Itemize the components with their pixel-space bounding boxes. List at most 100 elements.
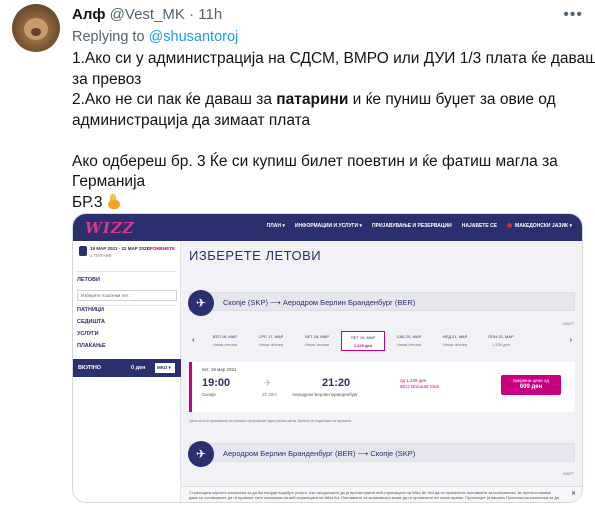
date-option: ВТО 16, МАР Нема летови xyxy=(203,331,247,351)
wizz-sidebar: 19 МАР 2021 - 22 МАР 2021 1 ПАТНИК ПРОМЕ… xyxy=(73,241,181,502)
tweet-line: БР.3 xyxy=(72,193,582,214)
pointing-down-emoji xyxy=(107,193,122,209)
date-day: ЧЕТ 18, МАР xyxy=(304,333,330,339)
month-label: МАРТ xyxy=(563,471,574,476)
fare-info: од 1.229 ден Wizz Discount Club xyxy=(400,378,439,390)
date-price: Нема летови xyxy=(305,341,329,347)
sidebar-total: ВКУПНО 0 ден MKD ▾ xyxy=(73,359,181,377)
date-day: ПЕТ 19, МАР xyxy=(350,334,376,340)
total-label: ВКУПНО xyxy=(78,365,102,371)
nav-item-language: МАКЕДОНСКИ ЈАЗИК ▾ xyxy=(507,223,572,229)
tweet-line: 2.Ако не си пак ќе даваш за патарини и ќ… xyxy=(72,90,582,111)
flight-card: пет, 19 мар 2021 19:00 ✈ 21:20 Скопје 2h… xyxy=(189,362,575,412)
departure-city: Скопје xyxy=(202,392,216,397)
price-note: Цени што се прикажани по патник и вклучу… xyxy=(189,419,353,423)
wizz-logo: WIZZ xyxy=(85,219,135,237)
nav-item: ПРИЈАВУВАЊЕ И РЕЗЕРВАЦИИ xyxy=(372,223,452,229)
sidebar-passengers: ПАТНИЦИ xyxy=(77,307,104,313)
date-option: ЧЕТ 18, МАР Нема летови xyxy=(295,331,339,351)
tweet-line-part: 2.Ако не си пак ќе даваш за xyxy=(72,91,277,108)
next-arrow-icon: › xyxy=(569,335,572,344)
tweet-bold-word: патарини xyxy=(276,91,349,108)
trip-passengers: 1 ПАТНИК xyxy=(90,253,112,258)
reply-prefix: Replying to xyxy=(72,29,149,45)
date-price: Нема летови xyxy=(443,341,467,347)
currency-select: MKD ▾ xyxy=(155,363,175,373)
trip-dates: 19 МАР 2021 - 22 МАР 2021 xyxy=(90,246,150,251)
avatar-nose xyxy=(31,28,41,36)
more-options-icon[interactable]: ••• xyxy=(563,6,583,24)
date-day: НЕД 21, МАР xyxy=(442,333,468,339)
tweet-line: Ако одбереш бр. 3 Ќе си купиш билет поев… xyxy=(72,152,558,170)
sidebar-payment: ПЛАЌАЊЕ xyxy=(77,343,106,349)
date-price: Нема летови xyxy=(259,341,283,347)
nav-item: ИНФОРМАЦИИ И УСЛУГИ ▾ xyxy=(294,223,363,229)
trip-edit: ПРОМЕНЕТЕ xyxy=(146,246,175,251)
nav-item: ПЛАН ▾ xyxy=(266,223,285,229)
reply-mention-link[interactable]: @shusantoroj xyxy=(149,29,239,45)
outbound-route-label: Скопје (SKP) ⟶ Аеродром Берлин Бранденбу… xyxy=(223,298,416,307)
arrival-time: 21:20 xyxy=(322,377,351,389)
tweet-blank-line xyxy=(72,131,582,152)
close-icon: ✕ xyxy=(570,491,576,497)
tweet-line: 1.Ако си у администрација на СДСМ, ВМРО … xyxy=(72,50,595,67)
return-route-label: Аеродром Берлин Бранденбург (BER) ⟶ Скоп… xyxy=(223,449,416,458)
wizz-nav: ПЛАН ▾ ИНФОРМАЦИИ И УСЛУГИ ▾ ПРИЈАВУВАЊЕ… xyxy=(267,223,572,229)
date-price: 1.229 ден xyxy=(353,342,373,348)
date-day: СРЕ 17, МАР xyxy=(258,333,284,339)
sidebar-choose-flight: Изберете поаѓачки лет. xyxy=(77,290,177,301)
date-option-selected: ПЕТ 19, МАР 1.229 ден xyxy=(341,330,385,351)
date-option: ПОН 22, МАР 1.539 ден xyxy=(479,331,523,351)
fare-button-price: 609 ден xyxy=(519,384,543,390)
avatar[interactable] xyxy=(12,4,60,52)
date-selector: ‹ ВТО 16, МАР Нема летови СРЕ 17, МАР Нема… xyxy=(189,329,575,352)
return-route: ✈ Аеродром Берлин Бранденбург (BER) ⟶ Ск… xyxy=(188,441,575,467)
sidebar-seats: СЕДИШТА xyxy=(77,319,106,325)
trip-summary: 19 МАР 2021 - 22 МАР 2021 1 ПАТНИК ПРОМЕ… xyxy=(79,245,175,267)
nav-item: НАЈАВЕТЕ СЕ xyxy=(461,223,498,229)
wizz-main: ИЗБЕРЕТЕ ЛЕТОВИ ✈ Скопје (SKP) ⟶ Аеродро… xyxy=(181,241,582,503)
date-option: СРЕ 17, МАР Нема летови xyxy=(249,331,293,351)
date-price: Нема летови xyxy=(397,341,421,347)
tweet-header: Алф @Vest_MK · 11h xyxy=(72,6,222,23)
date-option: САБ 20, МАР Нема летови xyxy=(387,331,431,351)
trip-icon xyxy=(79,246,87,256)
reply-context: Replying to @shusantoroj xyxy=(72,29,238,45)
attached-image[interactable]: WIZZ ПЛАН ▾ ИНФОРМАЦИИ И УСЛУГИ ▾ ПРИЈАВ… xyxy=(72,213,583,503)
fare-club: Wizz Discount Club xyxy=(400,384,440,389)
flight-duration: 2h 20m xyxy=(262,392,278,397)
wizz-topbar: WIZZ ПЛАН ▾ ИНФОРМАЦИИ И УСЛУГИ ▾ ПРИЈАВ… xyxy=(73,214,582,241)
divider xyxy=(77,305,177,306)
airplane-icon: ✈ xyxy=(188,441,214,467)
flight-airplane-icon: ✈ xyxy=(264,378,272,388)
tweet-line-part: и ќе пуниш буџет за овие од xyxy=(348,91,556,108)
date-day: ВТО 16, МАР xyxy=(212,333,238,339)
date-day: ПОН 22, МАР xyxy=(488,333,514,339)
arrival-city: Аеродром Берлин Бранденбург xyxy=(292,392,358,397)
month-label: МАРТ xyxy=(563,321,574,326)
date-option: НЕД 21, МАР Нема летови xyxy=(433,331,477,351)
tweet-text: 1.Ако си у администрација на СДСМ, ВМРО … xyxy=(72,49,595,214)
display-name[interactable]: Алф xyxy=(72,6,106,23)
timestamp[interactable]: 11h xyxy=(198,6,222,23)
tweet-line: Германија xyxy=(72,173,146,190)
separator: · xyxy=(189,6,195,23)
flight-date: пет, 19 мар 2021 xyxy=(202,367,237,372)
cookie-banner: Страницата користи колачиња за да Ви пон… xyxy=(181,486,582,503)
prev-arrow-icon: ‹ xyxy=(192,335,195,344)
select-fare-button: пријавни цени од 609 ден xyxy=(501,375,561,395)
date-price: 1.539 ден xyxy=(492,341,510,347)
tweet-line-part: БР.3 xyxy=(72,193,103,211)
cookie-text: Страницата користи колачиња за да Ви пон… xyxy=(189,490,559,503)
tweet-line: за превоз xyxy=(72,70,142,88)
page-title: ИЗБЕРЕТЕ ЛЕТОВИ xyxy=(189,248,322,263)
tweet-line: администрација да зимаат плата xyxy=(72,111,311,129)
sidebar-flights: ЛЕТОВИ xyxy=(77,277,100,283)
departure-time: 19:00 xyxy=(202,377,231,389)
date-day: САБ 20, МАР xyxy=(396,333,422,339)
outbound-route: ✈ Скопје (SKP) ⟶ Аеродром Берлин Бранден… xyxy=(188,290,575,316)
date-price: Нема летови xyxy=(213,341,237,347)
handle[interactable]: @Vest_MK xyxy=(110,6,185,23)
total-value: 0 ден xyxy=(131,365,146,371)
sidebar-services: УСЛУГИ xyxy=(77,331,99,337)
